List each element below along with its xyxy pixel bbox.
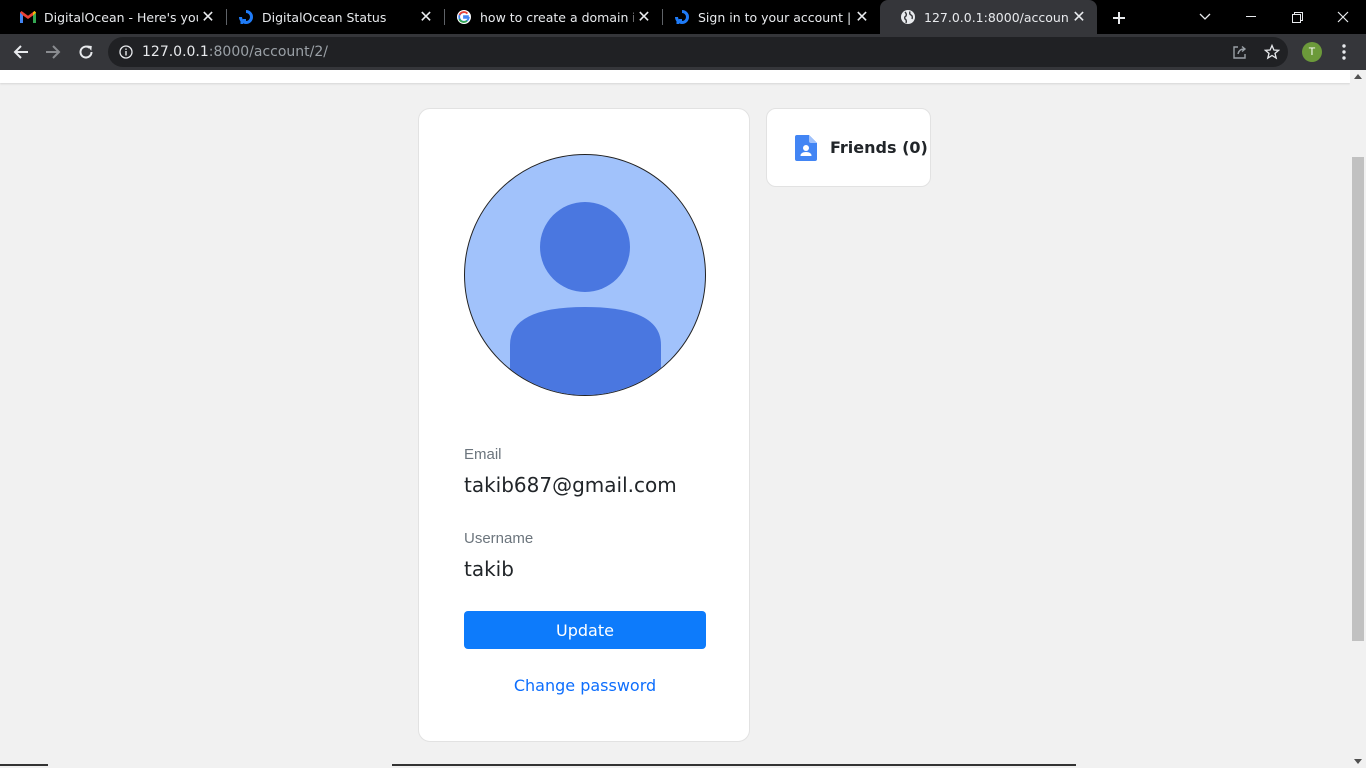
- update-button[interactable]: Update: [464, 611, 706, 649]
- reload-icon: [79, 45, 93, 59]
- change-password-link[interactable]: Change password: [419, 676, 751, 695]
- profile-card: Email takib687@gmail.com Username takib …: [418, 108, 750, 742]
- gmail-icon: [20, 9, 36, 25]
- info-icon[interactable]: [118, 44, 134, 60]
- site-navbar-edge: [0, 70, 1350, 83]
- contact-file-icon: [795, 134, 817, 161]
- footer-edge: [0, 764, 48, 766]
- friends-label: Friends (0): [830, 138, 928, 157]
- forward-button[interactable]: [39, 38, 67, 66]
- url-host: 127.0.0.1: [142, 44, 209, 60]
- default-avatar-image: [464, 154, 706, 396]
- tab-search-button[interactable]: [1182, 0, 1228, 34]
- globe-icon: [900, 9, 916, 25]
- browser-toolbar: 127.0.0.1:8000/account/2/ T: [0, 34, 1366, 70]
- kebab-menu-icon: [1342, 44, 1346, 60]
- new-tab-button[interactable]: [1106, 5, 1132, 31]
- scrollbar-thumb[interactable]: [1352, 157, 1364, 641]
- digitalocean-icon: [674, 9, 690, 25]
- back-button[interactable]: [7, 38, 35, 66]
- page-viewport: Email takib687@gmail.com Username takib …: [0, 70, 1366, 768]
- url-path: :8000/account/2/: [208, 44, 328, 60]
- tab-gmail[interactable]: DigitalOcean - Here's your re ✕: [0, 0, 226, 34]
- tab-digitalocean-status[interactable]: DigitalOcean Status ✕: [218, 0, 444, 34]
- email-label: Email: [464, 446, 502, 463]
- scroll-down-arrow[interactable]: [1354, 759, 1362, 764]
- reload-button[interactable]: [72, 38, 100, 66]
- scrollbar[interactable]: [1350, 70, 1366, 768]
- restore-button[interactable]: [1274, 0, 1320, 34]
- restore-icon: [1291, 11, 1303, 23]
- tab-title: DigitalOcean - Here's your re: [44, 9, 198, 25]
- google-icon: [456, 9, 472, 25]
- tab-account-active[interactable]: 127.0.0.1:8000/account/2/ ✕: [880, 0, 1097, 34]
- address-bar[interactable]: 127.0.0.1:8000/account/2/: [108, 37, 1288, 67]
- tab-title: Sign in to your account | Dig: [698, 9, 852, 25]
- user-silhouette-icon: [510, 202, 661, 395]
- tab-digitalocean-signin[interactable]: Sign in to your account | Dig ✕: [654, 0, 880, 34]
- close-window-button[interactable]: [1320, 0, 1366, 34]
- share-icon: [1233, 45, 1247, 59]
- tab-title: DigitalOcean Status: [262, 9, 387, 25]
- friends-button[interactable]: Friends (0): [766, 108, 931, 187]
- close-icon[interactable]: ✕: [416, 7, 436, 27]
- scroll-up-arrow[interactable]: [1354, 74, 1362, 79]
- bookmark-button[interactable]: [1258, 38, 1286, 66]
- username-value: takib: [464, 557, 514, 581]
- close-icon[interactable]: ✕: [198, 7, 218, 27]
- arrow-left-icon: [13, 45, 28, 59]
- minimize-icon: [1246, 16, 1256, 17]
- arrow-right-icon: [46, 45, 61, 59]
- star-icon: [1264, 44, 1280, 60]
- url-text: 127.0.0.1:8000/account/2/: [142, 44, 328, 60]
- browser-tabstrip: DigitalOcean - Here's your re ✕ DigitalO…: [0, 0, 1366, 34]
- tab-title: 127.0.0.1:8000/account/2/: [924, 9, 1069, 25]
- chevron-down-icon: [1199, 13, 1211, 20]
- menu-button[interactable]: [1330, 38, 1358, 66]
- plus-icon: [1113, 12, 1125, 24]
- profile-avatar[interactable]: T: [1302, 42, 1322, 62]
- close-icon[interactable]: ✕: [634, 7, 654, 27]
- minimize-button[interactable]: [1228, 0, 1274, 34]
- close-icon[interactable]: ✕: [852, 7, 872, 27]
- tab-title: how to create a domain in di: [480, 9, 634, 25]
- share-button[interactable]: [1226, 38, 1254, 66]
- footer-edge: [392, 764, 1076, 766]
- close-icon: [1337, 11, 1349, 23]
- tab-google-search[interactable]: how to create a domain in di ✕: [436, 0, 662, 34]
- close-icon[interactable]: ✕: [1069, 7, 1089, 27]
- email-value: takib687@gmail.com: [464, 473, 677, 497]
- digitalocean-icon: [238, 9, 254, 25]
- username-label: Username: [464, 530, 534, 547]
